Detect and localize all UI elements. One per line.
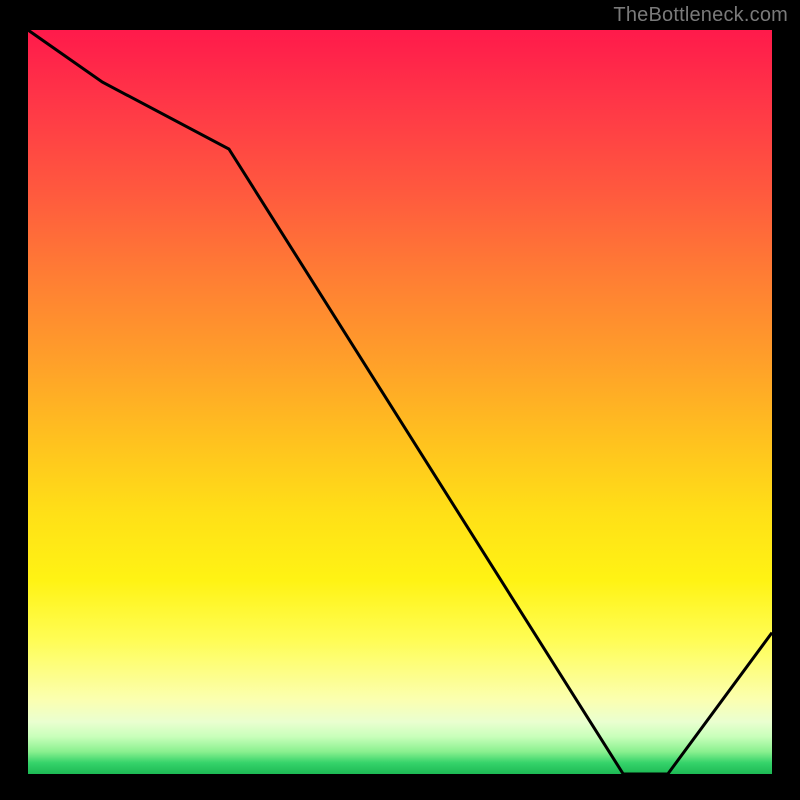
plot-area xyxy=(28,30,772,774)
chart-container: TheBottleneck.com xyxy=(0,0,800,800)
attribution-text: TheBottleneck.com xyxy=(613,4,788,27)
line-series xyxy=(28,30,772,774)
curve-path xyxy=(28,30,772,774)
